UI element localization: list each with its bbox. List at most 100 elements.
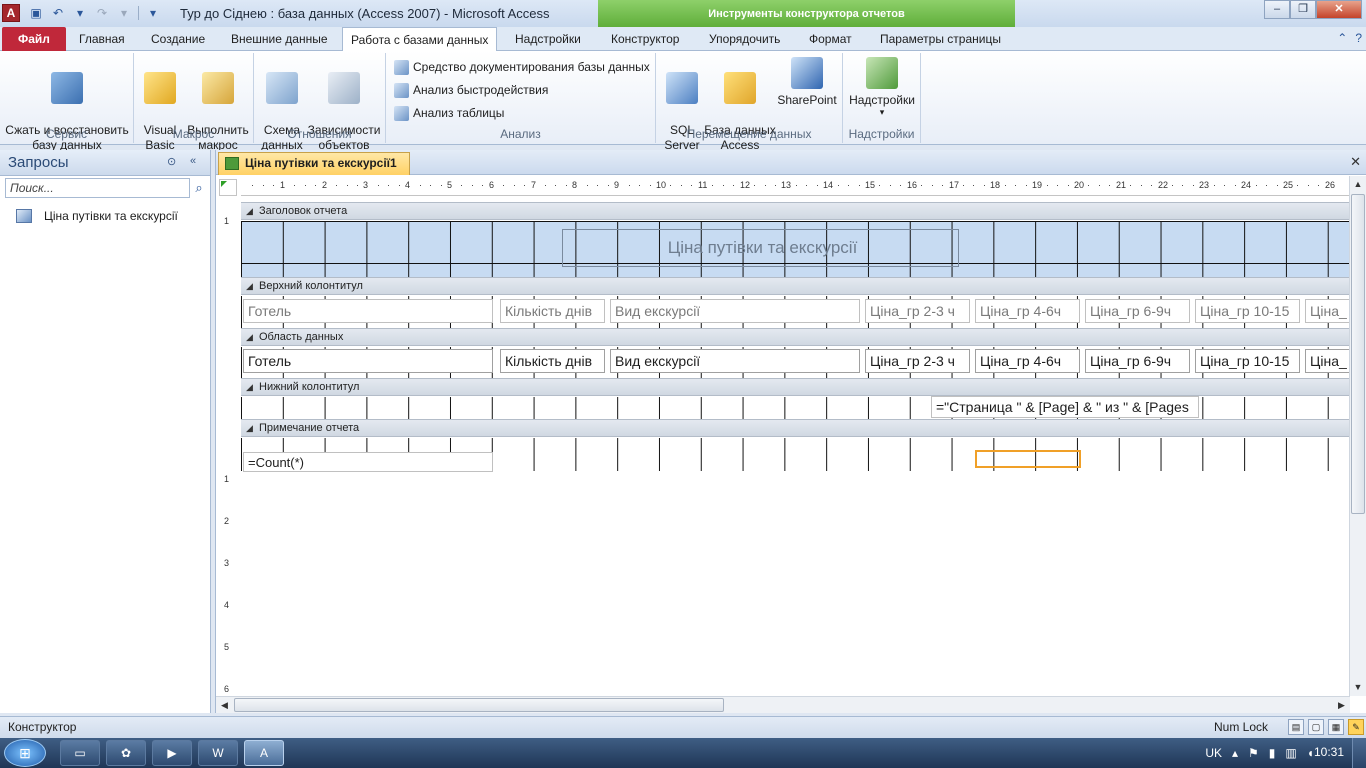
- access-taskbar-icon[interactable]: A: [244, 740, 284, 766]
- tab-format[interactable]: Формат: [801, 27, 860, 51]
- restore-button[interactable]: ❐: [1290, 0, 1316, 19]
- tab-database-tools[interactable]: Работа с базами данных: [342, 27, 498, 52]
- nav-menu-dropdown-icon[interactable]: ⊙: [167, 155, 176, 168]
- section-header-report-header[interactable]: Заголовок отчета: [241, 202, 1350, 220]
- show-desktop-button[interactable]: [1352, 738, 1366, 768]
- section-header-page-footer[interactable]: Нижний колонтитул: [241, 378, 1350, 396]
- nav-pane-title[interactable]: Запросы: [8, 154, 69, 171]
- selected-empty-control[interactable]: [975, 450, 1081, 468]
- report-title-label[interactable]: Ціна путівки та екскурсії: [562, 229, 959, 267]
- network-icon[interactable]: ▥: [1285, 746, 1296, 760]
- label-price-10-15[interactable]: Ціна_гр 10-15: [1195, 299, 1300, 323]
- print-preview-icon[interactable]: ▢: [1308, 719, 1324, 735]
- section-header-page-header[interactable]: Верхний колонтитул: [241, 277, 1350, 295]
- redo-dropdown-icon[interactable]: ▾: [116, 5, 132, 21]
- label-excursion[interactable]: Вид екскурсії: [610, 299, 860, 323]
- page-header-band[interactable]: Готель Кількість днів Вид екскурсії Ціна…: [241, 296, 1350, 328]
- label-price-extra[interactable]: Ціна_: [1305, 299, 1350, 323]
- tab-file[interactable]: Файл: [2, 27, 66, 51]
- shutter-bar-close-icon[interactable]: «: [190, 155, 196, 167]
- layout-view-icon[interactable]: ▦: [1328, 719, 1344, 735]
- horizontal-scroll-thumb[interactable]: [234, 698, 724, 712]
- save-icon[interactable]: ▣: [28, 5, 44, 21]
- field-price-2-3[interactable]: Ціна_гр 2-3 ч: [865, 349, 970, 373]
- language-indicator[interactable]: UK: [1205, 746, 1222, 760]
- design-view-icon[interactable]: ✎: [1348, 719, 1364, 735]
- report-view-icon[interactable]: ▤: [1288, 719, 1304, 735]
- field-excursion[interactable]: Вид екскурсії: [610, 349, 860, 373]
- database-documenter-button[interactable]: Средство документирования базы данных: [394, 57, 650, 77]
- battery-icon[interactable]: ▮: [1269, 746, 1276, 760]
- field-price-6-9[interactable]: Ціна_гр 6-9ч: [1085, 349, 1190, 373]
- ruler-tick: 16: [907, 180, 918, 190]
- section-header-report-footer[interactable]: Примечание отчета: [241, 419, 1350, 437]
- start-button[interactable]: ⊞: [4, 739, 46, 767]
- field-price-extra[interactable]: Ціна_: [1305, 349, 1350, 373]
- design-empty-area[interactable]: [241, 473, 1350, 696]
- report-footer-band[interactable]: =Count(*): [241, 438, 1350, 472]
- tab-arrange[interactable]: Упорядочить: [701, 27, 788, 51]
- scroll-up-icon[interactable]: ▲: [1350, 176, 1366, 193]
- tab-external-data[interactable]: Внешние данные: [223, 27, 336, 51]
- collapse-ribbon-icon[interactable]: ⌃: [1337, 31, 1347, 45]
- field-price-10-15[interactable]: Ціна_гр 10-15: [1195, 349, 1300, 373]
- addins-button[interactable]: Надстройки ▾: [847, 57, 917, 117]
- analyze-performance-button[interactable]: Анализ быстродействия: [394, 80, 548, 100]
- group-label-move-data: Перемещение данных: [686, 127, 812, 141]
- report-header-band[interactable]: Ціна путівки та екскурсії: [241, 221, 1350, 277]
- close-document-icon[interactable]: ✕: [1350, 154, 1361, 170]
- field-price-4-6[interactable]: Ціна_гр 4-6ч: [975, 349, 1080, 373]
- access-database-icon: [724, 72, 756, 104]
- field-days[interactable]: Кількість днів: [500, 349, 605, 373]
- redo-icon[interactable]: ↷: [94, 5, 110, 21]
- tab-home[interactable]: Главная: [71, 27, 133, 51]
- label-price-2-3[interactable]: Ціна_гр 2-3 ч: [865, 299, 970, 323]
- sharepoint-button[interactable]: SharePoint: [776, 57, 838, 108]
- count-expression[interactable]: =Count(*): [243, 452, 493, 472]
- undo-dropdown-icon[interactable]: ▾: [72, 5, 88, 21]
- page-footer-band[interactable]: ="Страница " & [Page] & " из " & [Pages: [241, 396, 1350, 419]
- ruler-minor-tick: ·: [304, 180, 307, 190]
- explorer-taskbar-icon[interactable]: ▭: [60, 740, 100, 766]
- vertical-scrollbar[interactable]: ▲ ▼: [1349, 176, 1366, 696]
- flag-icon[interactable]: ⚑: [1248, 746, 1259, 760]
- tray-expand-icon[interactable]: ▴: [1232, 746, 1238, 760]
- vertical-ruler[interactable]: 1 1 2 3 4 5 6: [219, 196, 237, 696]
- tab-create[interactable]: Создание: [143, 27, 213, 51]
- help-icon[interactable]: ?: [1355, 31, 1362, 45]
- analyze-table-button[interactable]: Анализ таблицы: [394, 103, 504, 123]
- label-hotel[interactable]: Готель: [243, 299, 493, 323]
- scroll-left-icon[interactable]: ◀: [216, 697, 233, 713]
- scroll-right-icon[interactable]: ▶: [1333, 697, 1350, 713]
- label-price-6-9[interactable]: Ціна_гр 6-9ч: [1085, 299, 1190, 323]
- tab-page-setup[interactable]: Параметры страницы: [872, 27, 1009, 51]
- ruler-minor-tick: ·: [649, 180, 652, 190]
- volume-icon[interactable]: ◖: [1307, 746, 1314, 760]
- close-window-button[interactable]: ✕: [1316, 0, 1362, 19]
- field-hotel[interactable]: Готель: [243, 349, 493, 373]
- scroll-down-icon[interactable]: ▼: [1350, 679, 1366, 696]
- tab-design[interactable]: Конструктор: [603, 27, 687, 51]
- nav-search-input[interactable]: Поиск...: [5, 178, 190, 198]
- horizontal-scrollbar[interactable]: ◀ ▶: [216, 696, 1350, 713]
- page-number-expression[interactable]: ="Страница " & [Page] & " из " & [Pages: [931, 396, 1199, 418]
- section-header-detail[interactable]: Область данных: [241, 328, 1350, 346]
- undo-icon[interactable]: ↶: [50, 5, 66, 21]
- minimize-button[interactable]: –: [1264, 0, 1290, 19]
- tab-addins[interactable]: Надстройки: [507, 27, 589, 51]
- search-icon[interactable]: ⌕: [192, 180, 206, 196]
- horizontal-ruler[interactable]: 1 · · · 2 · · · 3 · · · 4 · · · 5 · · · 6 · · · 7 · · · 8 · · · 9 · · · 10 · ·…: [241, 179, 1350, 196]
- word-taskbar-icon[interactable]: W: [198, 740, 238, 766]
- app-taskbar-icon[interactable]: ✿: [106, 740, 146, 766]
- nav-item-query[interactable]: Ціна путівки та екскурсії: [16, 206, 178, 226]
- clock[interactable]: 10:31: [1314, 745, 1344, 759]
- customize-qat-icon[interactable]: ▾: [145, 5, 161, 21]
- label-days[interactable]: Кількість днів: [500, 299, 605, 323]
- access-app-icon[interactable]: A: [2, 4, 20, 22]
- tab-report-design[interactable]: Ціна путівки та екскурсії1: [218, 152, 410, 175]
- label-price-4-6[interactable]: Ціна_гр 4-6ч: [975, 299, 1080, 323]
- report-selector[interactable]: [219, 179, 237, 196]
- detail-band[interactable]: Готель Кількість днів Вид екскурсії Ціна…: [241, 347, 1350, 378]
- media-player-taskbar-icon[interactable]: ▶: [152, 740, 192, 766]
- vertical-scroll-thumb[interactable]: [1351, 194, 1365, 514]
